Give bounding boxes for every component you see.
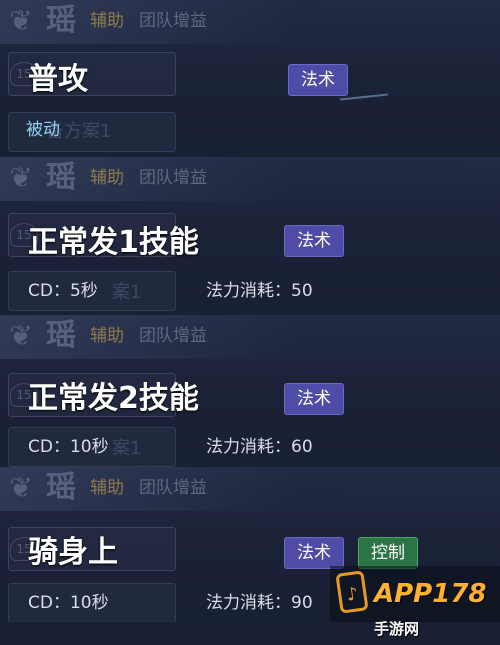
hero-header: ❦ 瑶 辅助 团队增益: [0, 0, 500, 44]
hero-header: ❦ 瑶 辅助 团队增益: [0, 157, 500, 201]
skill-name: 正常发1技能: [28, 225, 199, 260]
watermark-suffix: 手游网: [374, 620, 420, 638]
tag-control: 控制: [358, 537, 418, 569]
tag-magic: 法术: [284, 537, 344, 569]
plan-ghost-text: 案1: [112, 438, 142, 459]
skill-card-3: ❦ 瑶 辅助 团队增益 15 正常发2技能 法术 案1 CD：10秒 法力消耗：…: [0, 315, 500, 468]
hero-header: ❦ 瑶 辅助 团队增益: [0, 315, 500, 359]
cooldown-text: CD：10秒: [28, 593, 109, 613]
team-buff-label: 团队增益: [139, 11, 207, 31]
role-label: 辅助: [90, 478, 124, 498]
watermark-text: APP178 手游网: [374, 578, 500, 645]
cooldown-text: CD：5秒: [28, 281, 98, 301]
mana-cost-text: 法力消耗：60: [206, 437, 313, 457]
team-buff-label: 团队增益: [139, 326, 207, 346]
wing-emblem-icon: ❦: [9, 471, 33, 504]
tag-magic: 法术: [288, 64, 348, 96]
tag-magic: 法术: [284, 383, 344, 415]
hero-glyph: 瑶: [46, 318, 76, 353]
cooldown-text: CD：10秒: [28, 437, 109, 457]
role-label: 辅助: [90, 168, 124, 188]
skill-name: 正常发2技能: [28, 381, 199, 416]
role-label: 辅助: [90, 11, 124, 31]
hero-glyph: 瑶: [46, 470, 76, 505]
role-label: 辅助: [90, 326, 124, 346]
team-buff-label: 团队增益: [139, 478, 207, 498]
skill-name: 普攻: [28, 62, 88, 97]
mana-cost-text: 法力消耗：90: [206, 593, 313, 613]
skill-name: 骑身上: [28, 535, 118, 570]
wing-emblem-icon: ❦: [9, 161, 33, 194]
hero-glyph: 瑶: [46, 160, 76, 195]
site-watermark: ♪ APP178 手游网: [330, 566, 500, 638]
skill-card-1: ❦ 瑶 辅助 团队增益 15 普攻 法术 备方案1 被动: [0, 0, 500, 158]
hero-glyph: 瑶: [46, 3, 76, 38]
watermark-brand: APP178: [374, 579, 487, 609]
passive-label: 被动: [26, 120, 60, 140]
wing-emblem-icon: ❦: [9, 319, 33, 352]
skill-card-2: ❦ 瑶 辅助 团队增益 15 正常发1技能 法术 案1 CD：5秒 法力消耗：5…: [0, 157, 500, 316]
mana-cost-text: 法力消耗：50: [206, 281, 313, 301]
tag-magic: 法术: [284, 225, 344, 257]
wing-emblem-icon: ❦: [9, 4, 33, 37]
phone-icon: ♪: [335, 570, 369, 614]
team-buff-label: 团队增益: [139, 168, 207, 188]
plan-ghost-text: 案1: [112, 282, 142, 303]
hero-header: ❦ 瑶 辅助 团队增益: [0, 467, 500, 511]
